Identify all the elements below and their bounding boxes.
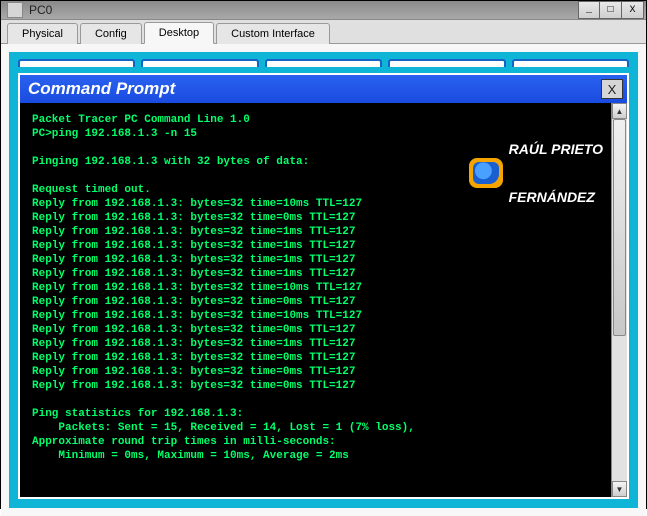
pc-window: PC0 _ □ X Physical Config Desktop Custom…: [0, 0, 647, 509]
tab-custom-interface[interactable]: Custom Interface: [216, 23, 330, 44]
terminal-scrollbar[interactable]: ▲ ▼: [611, 103, 627, 497]
terminal-line: Ping statistics for 192.168.1.3:: [32, 408, 243, 420]
scroll-up-button[interactable]: ▲: [612, 103, 627, 119]
command-prompt-title: Command Prompt: [28, 79, 601, 99]
terminal-line: Reply from 192.168.1.3: bytes=32 time=10…: [32, 198, 362, 210]
terminal-container: Packet Tracer PC Command Line 1.0 PC>pin…: [20, 103, 627, 497]
desktop-app-stub[interactable]: [512, 59, 629, 67]
terminal-output[interactable]: Packet Tracer PC Command Line 1.0 PC>pin…: [20, 103, 611, 497]
terminal-line: Reply from 192.168.1.3: bytes=32 time=10…: [32, 310, 362, 322]
window-controls: _ □ X: [578, 1, 644, 19]
desktop-app-stub[interactable]: [265, 59, 382, 67]
desktop-icon-row: [12, 55, 635, 73]
command-prompt-titlebar[interactable]: Command Prompt X: [20, 75, 627, 103]
terminal-line: Reply from 192.168.1.3: bytes=32 time=0m…: [32, 352, 355, 364]
terminal-line: Reply from 192.168.1.3: bytes=32 time=1m…: [32, 268, 355, 280]
terminal-line: Reply from 192.168.1.3: bytes=32 time=1m…: [32, 240, 355, 252]
maximize-button[interactable]: □: [600, 1, 622, 19]
terminal-line: Packets: Sent = 15, Received = 14, Lost …: [32, 422, 415, 434]
terminal-line: Approximate round trip times in milli-se…: [32, 436, 336, 448]
terminal-line: Reply from 192.168.1.3: bytes=32 time=1m…: [32, 338, 355, 350]
app-icon: [7, 2, 23, 18]
window-titlebar[interactable]: PC0 _ □ X: [1, 1, 646, 20]
desktop-app-stub[interactable]: [388, 59, 505, 67]
terminal-line: Packet Tracer PC Command Line 1.0: [32, 114, 250, 126]
tab-desktop[interactable]: Desktop: [144, 22, 214, 44]
minimize-button[interactable]: _: [578, 1, 600, 19]
terminal-line: Reply from 192.168.1.3: bytes=32 time=0m…: [32, 380, 355, 392]
desktop-app-stub[interactable]: [18, 59, 135, 67]
tab-config[interactable]: Config: [80, 23, 142, 44]
desktop-app-stub[interactable]: [141, 59, 258, 67]
watermark-text: RAÚL PRIETO FERNÁNDEZ: [509, 109, 603, 237]
tab-physical[interactable]: Physical: [7, 23, 78, 44]
scroll-down-button[interactable]: ▼: [612, 481, 627, 497]
watermark-line1: RAÚL PRIETO: [509, 141, 603, 157]
terminal-line: Reply from 192.168.1.3: bytes=32 time=10…: [32, 282, 362, 294]
terminal-line: Request timed out.: [32, 184, 151, 196]
terminal-line: Minimum = 0ms, Maximum = 10ms, Average =…: [32, 450, 349, 462]
scroll-track[interactable]: [612, 119, 627, 481]
command-prompt-window: Command Prompt X Packet Tracer PC Comman…: [18, 73, 629, 499]
tab-bar: Physical Config Desktop Custom Interface: [1, 20, 646, 44]
terminal-line: Pinging 192.168.1.3 with 32 bytes of dat…: [32, 156, 309, 168]
terminal-line: Reply from 192.168.1.3: bytes=32 time=0m…: [32, 366, 355, 378]
watermark: RAÚL PRIETO FERNÁNDEZ: [469, 109, 603, 237]
terminal-line: Reply from 192.168.1.3: bytes=32 time=1m…: [32, 254, 355, 266]
window-title: PC0: [27, 3, 578, 17]
command-prompt-close-button[interactable]: X: [601, 79, 623, 99]
workspace: Command Prompt X Packet Tracer PC Comman…: [1, 44, 646, 516]
scroll-thumb[interactable]: [613, 119, 626, 336]
terminal-line: Reply from 192.168.1.3: bytes=32 time=0m…: [32, 296, 355, 308]
terminal-line: Reply from 192.168.1.3: bytes=32 time=0m…: [32, 212, 355, 224]
watermark-logo-icon: [469, 158, 503, 188]
close-button[interactable]: X: [622, 1, 644, 19]
terminal-line: Reply from 192.168.1.3: bytes=32 time=0m…: [32, 324, 355, 336]
terminal-line: Reply from 192.168.1.3: bytes=32 time=1m…: [32, 226, 355, 238]
terminal-line: PC>ping 192.168.1.3 -n 15: [32, 128, 197, 140]
watermark-line2: FERNÁNDEZ: [509, 189, 603, 205]
desktop-frame: Command Prompt X Packet Tracer PC Comman…: [9, 52, 638, 508]
